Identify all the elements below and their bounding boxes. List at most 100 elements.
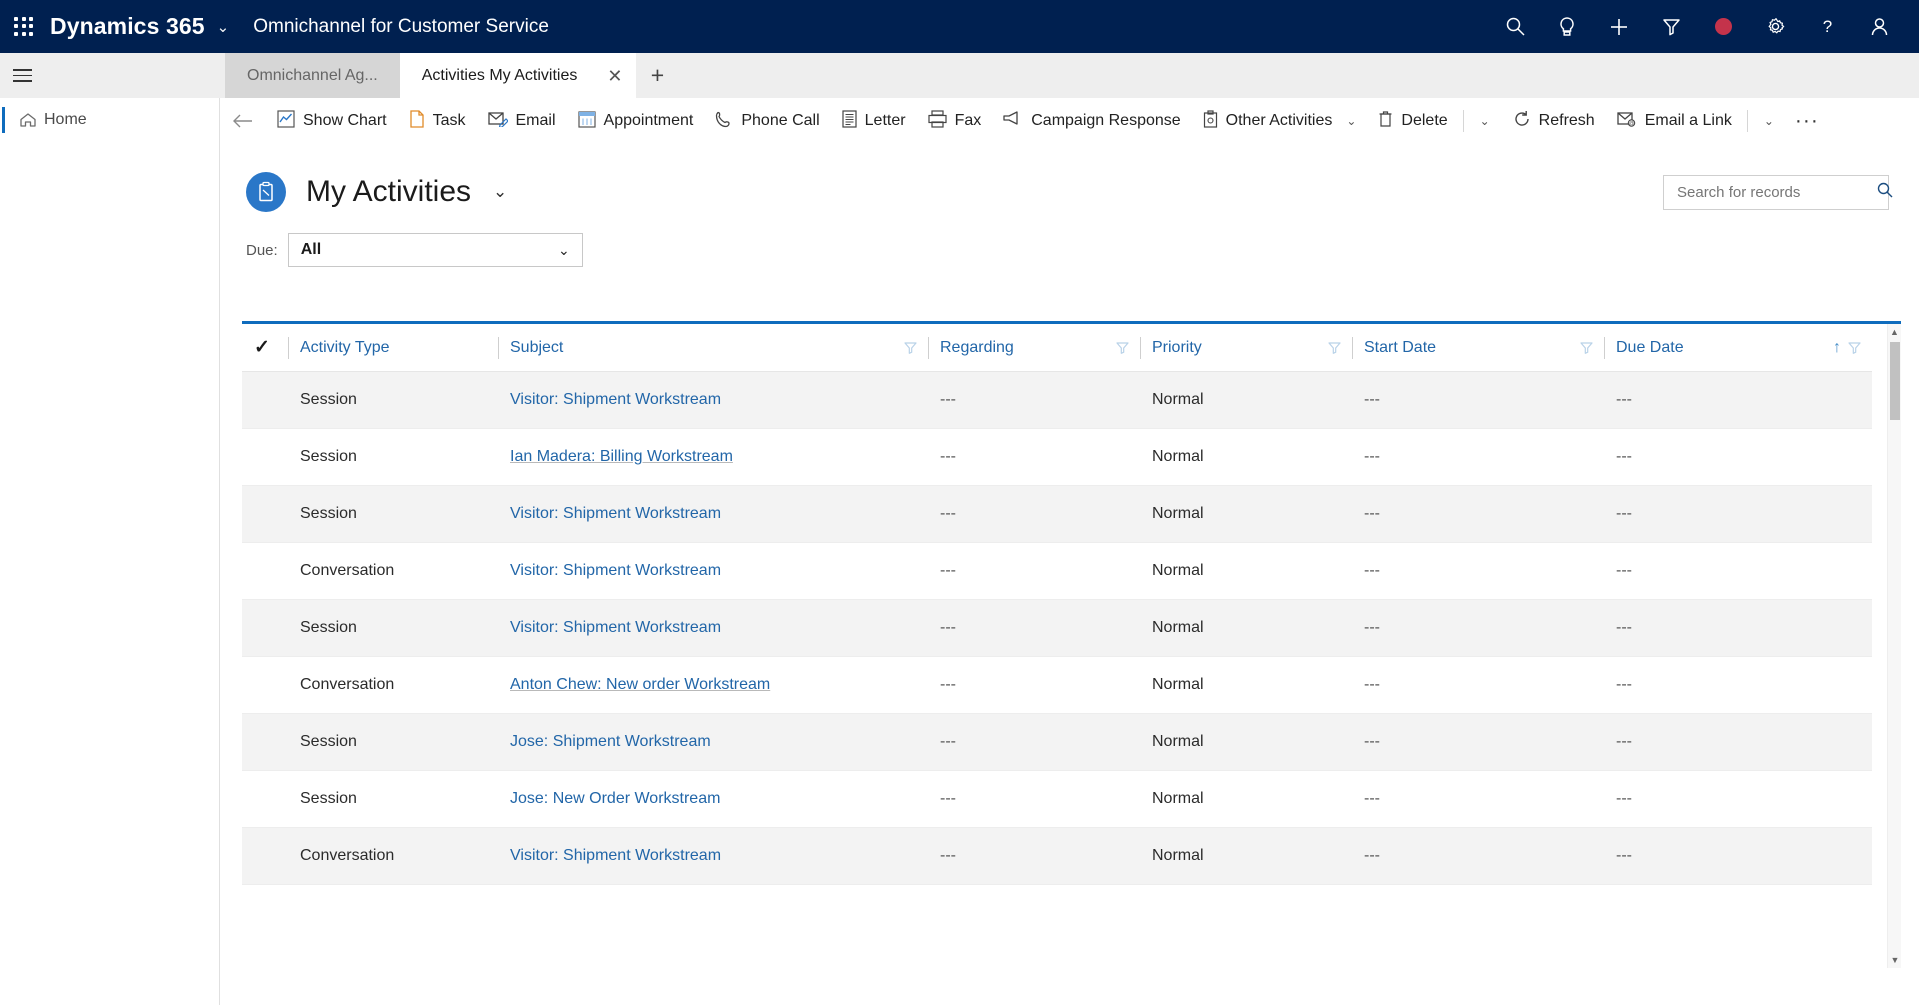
- search-icon[interactable]: [1489, 0, 1541, 53]
- help-icon[interactable]: ?: [1801, 0, 1853, 53]
- refresh-button[interactable]: Refresh: [1502, 98, 1606, 145]
- due-filter-select[interactable]: All ⌄: [287, 233, 583, 267]
- column-header-activity-type[interactable]: Activity Type: [288, 324, 498, 372]
- subject-link[interactable]: Visitor: Shipment Workstream: [510, 505, 721, 522]
- email-a-link-button[interactable]: @ Email a Link: [1606, 98, 1743, 145]
- tab-omnichannel-agent[interactable]: Omnichannel Ag...: [225, 53, 400, 98]
- command-label: Other Activities: [1225, 112, 1333, 129]
- column-header-subject[interactable]: Subject: [498, 324, 928, 372]
- chevron-down-icon[interactable]: ⌄: [217, 18, 230, 36]
- search-records-box[interactable]: [1663, 174, 1893, 210]
- row-select-checkbox[interactable]: [242, 656, 288, 714]
- app-name-label: Omnichannel for Customer Service: [253, 15, 549, 37]
- back-arrow-icon[interactable]: [220, 98, 266, 145]
- row-select-checkbox[interactable]: [242, 599, 288, 657]
- tab-activities-my-activities[interactable]: Activities My Activities ✕: [399, 53, 637, 98]
- cell-regarding: ---: [928, 371, 1140, 429]
- lightbulb-icon[interactable]: [1541, 0, 1593, 53]
- cell-start-date: ---: [1352, 485, 1604, 543]
- row-select-checkbox[interactable]: [242, 542, 288, 600]
- subject-link[interactable]: Visitor: Shipment Workstream: [510, 847, 721, 864]
- scrollbar-thumb[interactable]: [1890, 342, 1900, 420]
- column-filter-icon[interactable]: [1847, 340, 1872, 355]
- column-filter-icon[interactable]: [1327, 340, 1352, 355]
- cell-activity-type: Conversation: [288, 827, 498, 885]
- other-activities-icon: [1203, 109, 1218, 133]
- table-row[interactable]: Conversation Visitor: Shipment Workstream…: [242, 827, 1872, 885]
- column-filter-icon[interactable]: [903, 340, 928, 355]
- sort-ascending-icon[interactable]: ↑: [1833, 339, 1847, 357]
- table-row[interactable]: Session Visitor: Shipment Workstream --- No…: [242, 599, 1872, 657]
- subject-link[interactable]: Ian Madera: Billing Workstream: [510, 448, 733, 465]
- column-header-start-date[interactable]: Start Date: [1352, 324, 1604, 372]
- close-icon[interactable]: ✕: [607, 67, 622, 85]
- delete-button[interactable]: Delete: [1367, 98, 1458, 145]
- phone-call-button[interactable]: Phone Call: [704, 98, 830, 145]
- column-header-due-date[interactable]: Due Date ↑: [1604, 324, 1872, 372]
- hamburger-icon[interactable]: [0, 53, 45, 98]
- delete-overflow-chevron-icon[interactable]: ⌄: [1468, 98, 1502, 145]
- task-button[interactable]: Task: [398, 98, 477, 145]
- grid-vertical-scrollbar[interactable]: ▲ ▼: [1887, 324, 1901, 968]
- command-separator: [1462, 110, 1464, 132]
- cell-priority: Normal: [1140, 485, 1352, 543]
- scroll-down-arrow-icon[interactable]: ▼: [1888, 952, 1902, 968]
- table-row[interactable]: Session Ian Madera: Billing Workstream ---…: [242, 428, 1872, 486]
- row-select-checkbox[interactable]: [242, 485, 288, 543]
- row-select-checkbox[interactable]: [242, 713, 288, 771]
- subject-link[interactable]: Visitor: Shipment Workstream: [510, 391, 721, 408]
- checkmark-icon[interactable]: ✓: [254, 337, 270, 358]
- more-commands-chevron-icon[interactable]: ⌄: [1752, 98, 1786, 145]
- subject-link[interactable]: Jose: Shipment Workstream: [510, 733, 711, 750]
- scroll-up-arrow-icon[interactable]: ▲: [1888, 324, 1901, 340]
- email-button[interactable]: Email: [477, 98, 567, 145]
- cell-activity-type: Session: [288, 485, 498, 543]
- cell-activity-type: Session: [288, 371, 498, 429]
- column-header-priority[interactable]: Priority: [1140, 324, 1352, 372]
- search-input[interactable]: [1677, 183, 1876, 201]
- fax-button[interactable]: Fax: [917, 98, 993, 145]
- show-chart-button[interactable]: Show Chart: [266, 98, 398, 145]
- sidebar-item-home[interactable]: Home: [0, 98, 219, 142]
- row-select-checkbox[interactable]: [242, 371, 288, 429]
- app-launcher-icon[interactable]: [12, 15, 36, 39]
- subject-link[interactable]: Jose: New Order Workstream: [510, 790, 720, 807]
- plus-icon[interactable]: [1593, 0, 1645, 53]
- subject-link[interactable]: Visitor: Shipment Workstream: [510, 619, 721, 636]
- tab-strip: Omnichannel Ag... Activities My Activiti…: [0, 53, 1919, 98]
- column-filter-icon[interactable]: [1579, 340, 1604, 355]
- column-header-regarding[interactable]: Regarding: [928, 324, 1140, 372]
- table-row[interactable]: Conversation Visitor: Shipment Workstream…: [242, 542, 1872, 600]
- column-filter-icon[interactable]: [1115, 340, 1140, 355]
- table-row[interactable]: Session Visitor: Shipment Workstream --- No…: [242, 485, 1872, 543]
- search-icon[interactable]: [1876, 181, 1894, 204]
- appointment-button[interactable]: Appointment: [567, 98, 705, 145]
- row-select-checkbox[interactable]: [242, 428, 288, 486]
- view-selector-chevron-icon[interactable]: ⌄: [493, 182, 507, 202]
- new-tab-icon[interactable]: +: [636, 53, 679, 98]
- cell-activity-type: Session: [288, 770, 498, 828]
- table-row[interactable]: Session Visitor: Shipment Workstream --- No…: [242, 371, 1872, 429]
- table-row[interactable]: Session Jose: New Order Workstream --- Norm…: [242, 770, 1872, 828]
- cell-regarding: ---: [928, 485, 1140, 543]
- table-row[interactable]: Session Jose: Shipment Workstream --- Norma…: [242, 713, 1872, 771]
- svg-text:?: ?: [1822, 17, 1831, 36]
- subject-link[interactable]: Anton Chew: New order Workstream: [510, 676, 770, 693]
- subject-link[interactable]: Visitor: Shipment Workstream: [510, 562, 721, 579]
- row-select-checkbox[interactable]: [242, 827, 288, 885]
- presence-dot-icon[interactable]: [1697, 0, 1749, 53]
- chevron-down-icon[interactable]: ⌄: [558, 242, 570, 259]
- table-row[interactable]: Conversation Anton Chew: New order Workst…: [242, 656, 1872, 714]
- select-all-header[interactable]: ✓: [242, 324, 288, 372]
- other-activities-button[interactable]: Other Activities ⌄: [1192, 98, 1368, 145]
- cell-start-date: ---: [1352, 371, 1604, 429]
- letter-button[interactable]: Letter: [831, 98, 917, 145]
- filter-icon[interactable]: [1645, 0, 1697, 53]
- cell-due-date: ---: [1604, 371, 1872, 429]
- campaign-response-button[interactable]: Campaign Response: [992, 98, 1191, 145]
- overflow-ellipsis-icon[interactable]: ···: [1786, 98, 1828, 145]
- gear-icon[interactable]: [1749, 0, 1801, 53]
- user-icon[interactable]: [1853, 0, 1905, 53]
- row-select-checkbox[interactable]: [242, 770, 288, 828]
- chevron-down-icon[interactable]: ⌄: [1346, 114, 1356, 128]
